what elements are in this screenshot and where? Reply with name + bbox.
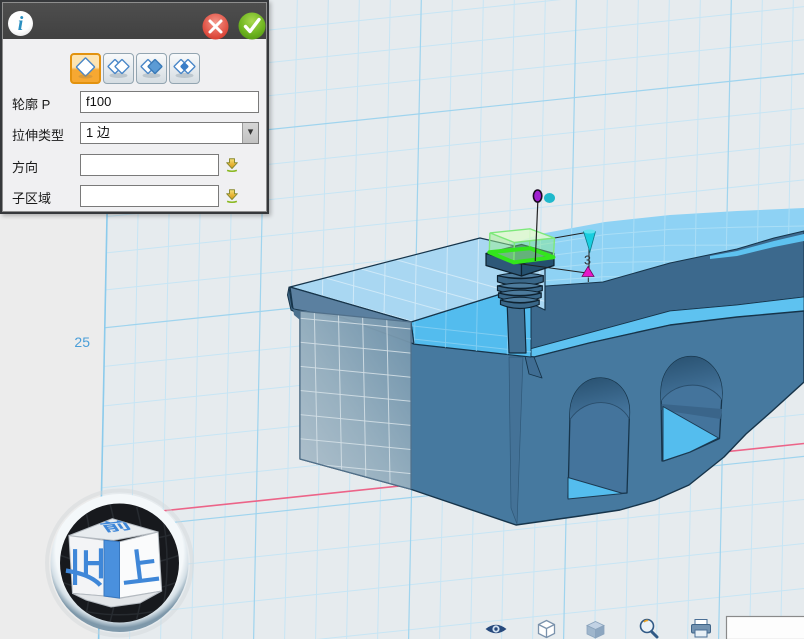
svg-text:上: 上	[119, 546, 162, 592]
svg-text:3: 3	[584, 254, 591, 268]
svg-text:25: 25	[74, 334, 90, 350]
svg-text:左: 左	[65, 547, 109, 587]
